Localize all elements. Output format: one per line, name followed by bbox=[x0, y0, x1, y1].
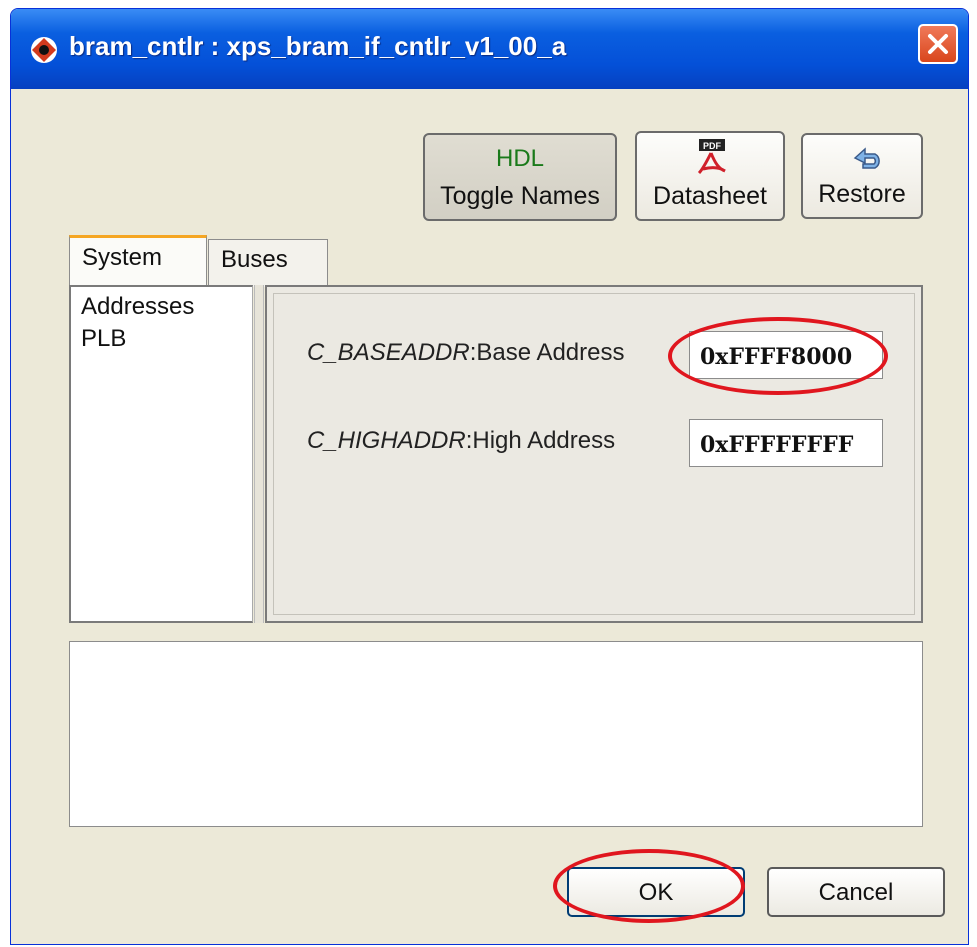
restore-button[interactable]: Restore bbox=[801, 133, 923, 219]
param-highaddr-label: C_HIGHADDR:High Address bbox=[307, 427, 616, 454]
ok-label: OK bbox=[638, 879, 674, 906]
param-baseaddr-desc: Base Address bbox=[476, 339, 625, 366]
tab-system[interactable]: System bbox=[69, 235, 207, 287]
param-baseaddr-label: C_BASEADDR:Base Address bbox=[307, 339, 625, 366]
title-bar[interactable]: bram_cntlr : xps_bram_if_cntlr_v1_00_a bbox=[11, 9, 968, 89]
category-list: Addresses PLB bbox=[69, 285, 253, 623]
tab-buses-label: Buses bbox=[221, 246, 288, 273]
toggle-names-button[interactable]: HDL Toggle Names bbox=[423, 133, 617, 221]
toggle-names-label: Toggle Names bbox=[440, 182, 600, 210]
close-icon bbox=[928, 34, 948, 54]
description-box bbox=[69, 641, 923, 827]
high-address-field[interactable]: 0xFFFFFFFF bbox=[689, 419, 883, 467]
base-address-field[interactable]: 0xFFFF8000 bbox=[689, 331, 883, 379]
cancel-button[interactable]: Cancel bbox=[767, 867, 945, 917]
tab-buses[interactable]: Buses bbox=[208, 239, 328, 287]
ok-button[interactable]: OK bbox=[567, 867, 745, 917]
param-highaddr-desc: High Address bbox=[472, 427, 616, 454]
restore-icon bbox=[853, 147, 880, 169]
pdf-icon: PDF bbox=[697, 139, 726, 175]
window-title: bram_cntlr : xps_bram_if_cntlr_v1_00_a bbox=[69, 31, 567, 61]
cancel-label: Cancel bbox=[818, 879, 894, 906]
tab-system-label: System bbox=[82, 244, 163, 271]
parameters-panel: C_BASEADDR:Base Address 0xFFFF8000 C_HIG… bbox=[265, 285, 923, 623]
nav-item-plb[interactable]: PLB bbox=[81, 325, 126, 353]
app-icon bbox=[31, 37, 57, 63]
restore-label: Restore bbox=[818, 180, 906, 208]
splitter[interactable] bbox=[254, 285, 264, 623]
pdf-icon-text: PDF bbox=[703, 141, 722, 151]
nav-item-addresses[interactable]: Addresses bbox=[81, 293, 194, 321]
close-button[interactable] bbox=[918, 24, 958, 64]
hdl-icon: HDL bbox=[495, 145, 544, 172]
datasheet-button[interactable]: PDF Datasheet bbox=[635, 131, 785, 221]
dialog-window: bram_cntlr : xps_bram_if_cntlr_v1_00_a H… bbox=[10, 8, 969, 945]
param-highaddr-name: C_HIGHADDR bbox=[307, 427, 466, 454]
datasheet-label: Datasheet bbox=[653, 182, 767, 210]
param-baseaddr-name: C_BASEADDR bbox=[307, 339, 470, 366]
